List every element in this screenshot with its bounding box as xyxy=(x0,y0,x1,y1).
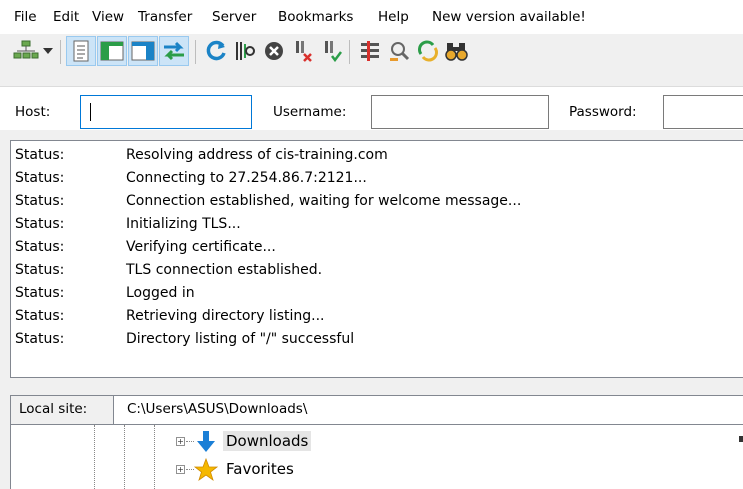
log-message: Connecting to 27.254.86.7:2121... xyxy=(126,170,367,186)
tree-guide-line xyxy=(94,425,95,489)
log-kind: Status: xyxy=(15,216,65,232)
log-kind: Status: xyxy=(15,239,65,255)
quickconnect-bar: Host: Username: Password: xyxy=(0,86,743,130)
menu-help[interactable]: Help xyxy=(378,9,409,25)
log-message: Initializing TLS... xyxy=(126,216,241,232)
menu-server[interactable]: Server xyxy=(212,9,256,25)
toggle-directory-comparison-icon xyxy=(390,42,410,61)
menu-edit[interactable]: Edit xyxy=(53,9,79,25)
log-kind: Status: xyxy=(15,285,65,301)
reconnect-button[interactable] xyxy=(317,36,347,66)
log-row: Status: Resolving address of cis-trainin… xyxy=(11,145,743,168)
process-queue-button[interactable] xyxy=(230,36,260,66)
log-row: Status: Connection established, waiting … xyxy=(11,191,743,214)
refresh-button[interactable] xyxy=(201,36,231,66)
site-manager-button[interactable] xyxy=(11,36,41,66)
dropdown-arrow-icon xyxy=(43,48,53,54)
refresh-icon xyxy=(206,40,226,61)
log-kind: Status: xyxy=(15,262,65,278)
log-kind: Status: xyxy=(15,308,65,324)
username-input[interactable] xyxy=(371,95,549,129)
site-manager-dropdown[interactable] xyxy=(40,36,56,66)
tree-guide-line xyxy=(124,425,125,489)
disconnect-icon xyxy=(296,41,312,62)
local-site-path-input[interactable]: C:\Users\ASUS\Downloads\ xyxy=(127,401,307,417)
log-kind: Status: xyxy=(15,170,65,186)
log-message: Logged in xyxy=(126,285,195,301)
menu-bookmarks[interactable]: Bookmarks xyxy=(278,9,353,25)
host-label: Host: xyxy=(15,104,51,120)
log-row: Status: Logged in xyxy=(11,283,743,306)
menu-view[interactable]: View xyxy=(92,9,124,25)
log-kind: Status: xyxy=(15,193,65,209)
log-row: Status: Directory listing of "/" success… xyxy=(11,329,743,352)
toggle-local-tree-button[interactable] xyxy=(97,36,127,66)
directory-listing-filters-icon xyxy=(361,41,379,61)
username-label: Username: xyxy=(273,104,347,120)
menu-file[interactable]: File xyxy=(14,9,37,25)
synchronized-browsing-icon xyxy=(418,40,438,62)
directory-comparison-button[interactable] xyxy=(384,36,414,66)
scrollbar-arrow[interactable] xyxy=(739,436,743,442)
disconnect-button[interactable] xyxy=(288,36,318,66)
star-icon xyxy=(194,458,218,482)
reconnect-icon xyxy=(325,41,342,62)
log-message: Retrieving directory listing... xyxy=(126,308,325,324)
local-site-bar: Local site: C:\Users\ASUS\Downloads\ xyxy=(10,395,743,425)
tree-connector xyxy=(186,469,194,470)
menu-bar: File Edit View Transfer Server Bookmarks… xyxy=(0,0,743,34)
log-message: TLS connection established. xyxy=(126,262,323,278)
tree-connector xyxy=(186,441,194,442)
log-kind: Status: xyxy=(15,147,65,163)
message-log[interactable]: Status: Resolving address of cis-trainin… xyxy=(10,140,743,378)
toggle-remote-tree-icon xyxy=(131,41,155,61)
cancel-operation-icon xyxy=(265,42,283,60)
log-row: Status: TLS connection established. xyxy=(11,260,743,283)
cancel-operation-button[interactable] xyxy=(259,36,289,66)
search-remote-files-icon xyxy=(445,43,468,61)
log-message: Verifying certificate... xyxy=(126,239,276,255)
log-message: Connection established, waiting for welc… xyxy=(126,193,522,209)
directory-listing-filters-button[interactable] xyxy=(355,36,385,66)
tree-item-label: Downloads xyxy=(223,431,312,451)
tree-item-label: Favorites xyxy=(226,460,294,478)
log-row: Status: Connecting to 27.254.86.7:2121..… xyxy=(11,168,743,191)
menu-new-version[interactable]: New version available! xyxy=(432,9,586,25)
toolbar xyxy=(0,34,743,72)
toggle-local-tree-icon xyxy=(100,41,124,61)
log-row: Status: Initializing TLS... xyxy=(11,214,743,237)
synchronized-browsing-button[interactable] xyxy=(413,36,443,66)
host-input[interactable] xyxy=(80,95,252,129)
toggle-transfer-queue-button[interactable] xyxy=(159,36,189,66)
text-caret xyxy=(90,103,91,121)
local-directory-tree[interactable]: + Downloads + Favorites xyxy=(10,425,743,489)
toggle-message-log-button[interactable] xyxy=(66,36,96,66)
log-row: Status: Verifying certificate... xyxy=(11,237,743,260)
search-remote-files-button[interactable] xyxy=(442,36,472,66)
toggle-transfer-queue-icon xyxy=(164,41,184,61)
site-manager-icon xyxy=(13,40,39,59)
process-queue-icon xyxy=(236,42,255,60)
menu-transfer[interactable]: Transfer xyxy=(138,9,192,25)
toggle-remote-tree-button[interactable] xyxy=(128,36,158,66)
password-label: Password: xyxy=(569,104,637,120)
log-row: Status: Retrieving directory listing... xyxy=(11,306,743,329)
log-message: Directory listing of "/" successful xyxy=(126,331,355,347)
log-kind: Status: xyxy=(15,331,65,347)
expand-toggle-icon[interactable]: + xyxy=(176,465,185,474)
local-site-label: Local site: xyxy=(11,396,114,424)
download-arrow-icon xyxy=(197,431,215,452)
password-input[interactable] xyxy=(663,95,743,129)
log-message: Resolving address of cis-training.com xyxy=(126,147,388,163)
toggle-message-log-icon xyxy=(73,40,89,62)
expand-toggle-icon[interactable]: + xyxy=(176,437,185,446)
tree-guide-line xyxy=(154,425,155,489)
